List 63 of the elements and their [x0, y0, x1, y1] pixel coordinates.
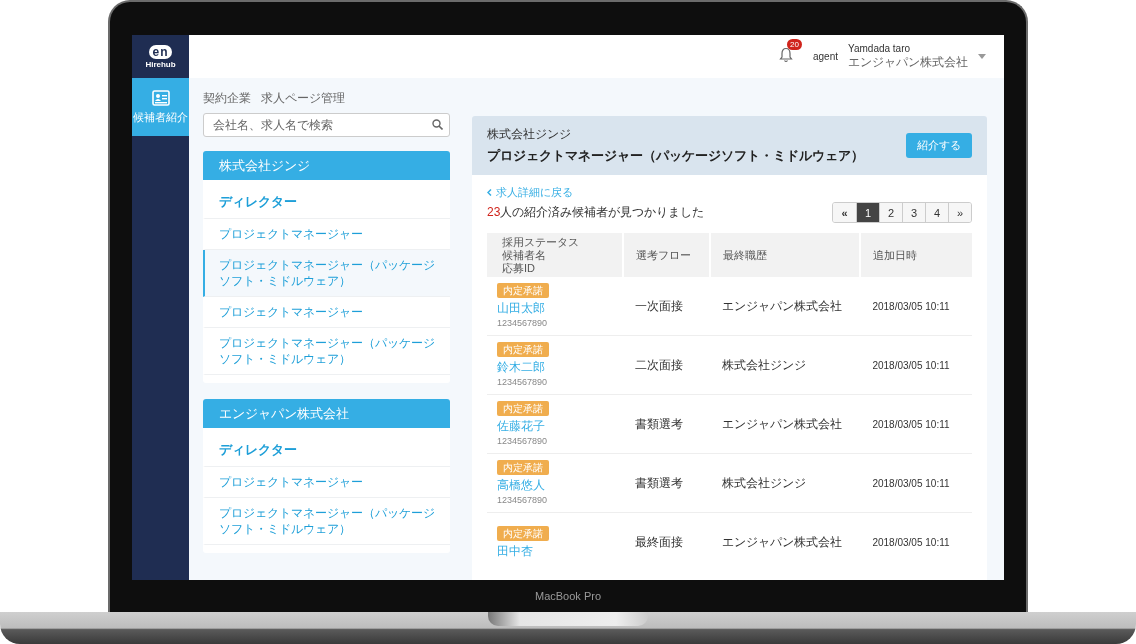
table-cell: エンジャパン株式会社	[710, 277, 861, 336]
table-cell: 書類選考	[622, 453, 711, 513]
status-tag: 内定承諾	[497, 283, 549, 298]
table-cell: 2018/03/05 10:11	[860, 277, 972, 336]
table-cell: 一次面接	[622, 277, 711, 336]
bell-icon[interactable]	[778, 46, 793, 63]
table-cell: 2018/03/05 10:11	[860, 512, 972, 571]
job-list-item[interactable]: プロジェクトマネージャー（パッケージソフト・ミドルウェア）	[203, 250, 450, 297]
table-cell: 2018/03/05 10:11	[860, 394, 972, 454]
status-tag: 内定承諾	[497, 525, 549, 541]
user-company: エンジャパン株式会社	[848, 53, 968, 71]
table-cell: 2018/03/05 10:11	[860, 453, 972, 513]
user-name: Yamdada taro	[848, 42, 912, 54]
application-id: 1234567890	[497, 436, 549, 447]
device-label: MacBook Pro	[535, 590, 601, 602]
sidebar-item[interactable]: 候補者紹介	[132, 78, 189, 136]
table-cell: エンジャパン株式会社	[710, 512, 861, 571]
breadcrumb-item: 契約企業	[203, 90, 251, 104]
table-cell: 最終面接	[622, 512, 711, 571]
application-id: 1234567890	[497, 495, 549, 506]
page-button[interactable]: 4	[925, 203, 948, 222]
candidate-name-link[interactable]: 鈴木二郎	[497, 360, 623, 375]
page-button[interactable]: 2	[879, 203, 902, 222]
application-id: 1234567890	[497, 377, 549, 388]
chevron-left-icon	[487, 189, 492, 196]
page-button[interactable]: 1	[856, 203, 879, 222]
company-header: 株式会社ジンジ	[203, 151, 450, 180]
id-card-icon	[151, 89, 170, 106]
company-header: エンジャパン株式会社	[203, 399, 450, 428]
table-cell: 二次面接	[622, 335, 711, 395]
back-link[interactable]: 求人詳細に戻る	[487, 185, 573, 200]
job-company: 株式会社ジンジ	[487, 126, 572, 143]
table-cell: 株式会社ジンジ	[710, 453, 861, 513]
user-role: agent	[812, 51, 838, 62]
search-field[interactable]: 会社名、求人名で検索	[203, 113, 450, 137]
breadcrumb-item: 求人ページ管理	[261, 90, 345, 104]
column-header: 最終職歴	[710, 233, 861, 277]
candidate-name-link[interactable]: 田中杏	[497, 543, 623, 559]
page-button[interactable]: 3	[902, 203, 925, 222]
page-button[interactable]: «	[833, 203, 856, 222]
column-header: 採用ステータス 候補者名 応募ID	[487, 233, 623, 277]
candidate-name-link[interactable]: 佐藤花子	[497, 419, 623, 434]
candidate-name-link[interactable]: 高橋悠人	[497, 478, 623, 493]
table-cell: エンジャパン株式会社	[710, 394, 861, 454]
logo: en	[149, 44, 172, 59]
status-tag: 内定承諾	[497, 342, 549, 357]
column-header: 追加日時	[860, 233, 972, 277]
job-title: プロジェクトマネージャー（パッケージソフト・ミドルウェア）	[487, 147, 864, 165]
status-tag: 内定承諾	[497, 401, 549, 416]
result-count: 23人の紹介済み候補者が見つかりました	[487, 204, 705, 221]
logo-text: Hirehub	[145, 59, 176, 69]
table-cell: 2018/03/05 10:11	[860, 335, 972, 395]
table-cell: 株式会社ジンジ	[710, 335, 861, 395]
status-tag: 内定承諾	[497, 460, 549, 475]
caret-icon[interactable]	[978, 54, 986, 59]
search-icon[interactable]	[432, 119, 443, 130]
introduce-button[interactable]: 紹介する	[906, 133, 972, 158]
candidate-name-link[interactable]: 山田太郎	[497, 301, 623, 316]
column-header: 選考フロー	[622, 233, 711, 277]
page-button[interactable]: »	[948, 203, 971, 222]
notification-badge: 20	[786, 38, 802, 50]
application-id: 1234567890	[497, 318, 549, 329]
table-cell: 書類選考	[622, 394, 711, 454]
